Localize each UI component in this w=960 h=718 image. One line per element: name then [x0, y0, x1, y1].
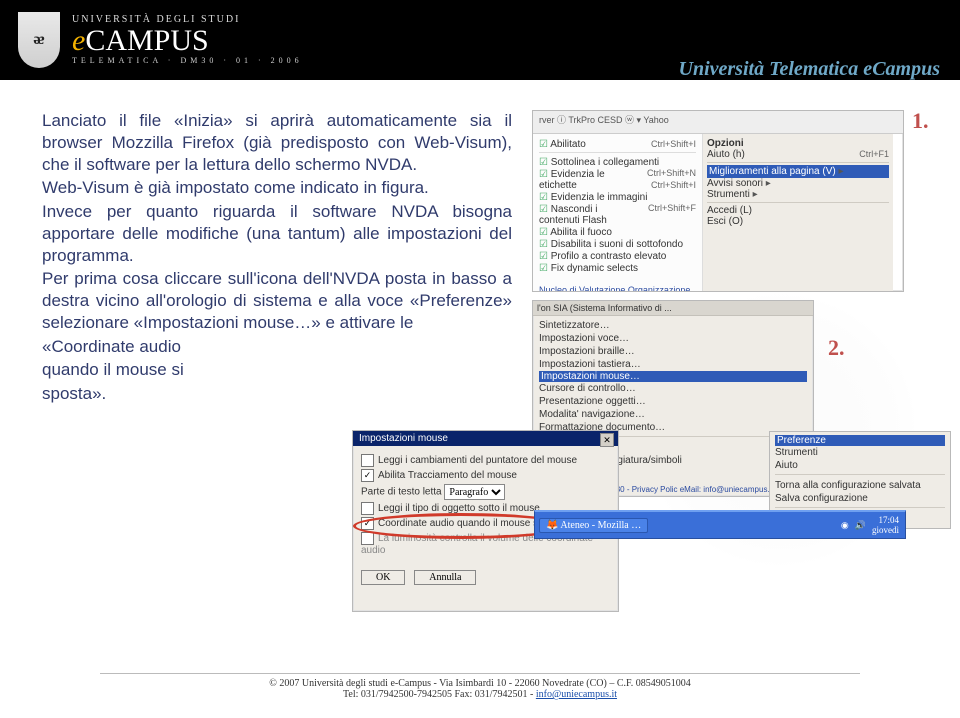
fig2-sub-salva[interactable]: Salva configurazione — [775, 492, 945, 505]
fig1-item-fix[interactable]: Fix dynamic selects — [539, 262, 696, 274]
telematica-tag: TELEMATICA · DM30 · 01 · 2006 — [72, 57, 303, 65]
paragraph-4: Per prima cosa cliccare sull'icona dell'… — [42, 268, 512, 333]
fig1-avvisi[interactable]: Avvisi sonori — [707, 178, 889, 189]
fig2-item-voce[interactable]: Impostazioni voce… — [539, 332, 807, 345]
fig2-sub-aiuto[interactable]: Aiuto — [775, 459, 945, 472]
fig2-sub-strumenti[interactable]: Strumenti — [775, 446, 945, 459]
figure-1-webvisum-menu: rver ⓘ TrkPro CESD ⓦ ▾ Yahoo AbilitatoCt… — [532, 110, 904, 292]
fig1-item-immagini[interactable]: Evidenzia le immaginiCtrl+Shift+F — [539, 191, 696, 203]
taskbar-tray: ◉ 🔊 17:04 giovedì — [841, 515, 905, 535]
fig1-opzioni-heading: Opzioni — [707, 138, 889, 149]
brand-rest: CAMPUS — [85, 24, 208, 57]
tray-time: 17:04 — [878, 515, 899, 525]
brand-e: e — [72, 24, 85, 57]
fig1-aiuto[interactable]: Aiuto (h)Ctrl+F1 — [707, 149, 889, 160]
paragraph-2: Web-Visum è già impostato come indicato … — [42, 177, 512, 199]
shield-icon: ᴂ — [18, 12, 60, 68]
tray-day: giovedì — [872, 525, 899, 535]
footer-line-1: 2007 Università degli studi e-Campus - V… — [269, 678, 691, 689]
fig3-titlebar: Impostazioni mouse ✕ — [353, 431, 618, 446]
fig1-miglioramenti[interactable]: Miglioramenti alla pagina (V) — [707, 165, 889, 178]
fig2-top-caption: l'on SIA (Sistema Informativo di ... — [533, 301, 813, 316]
fig1-esci[interactable]: Esci (O) — [707, 216, 889, 227]
fig2-item-braille[interactable]: Impostazioni braille… — [539, 345, 807, 358]
fig2-item-presentazione[interactable]: Presentazione oggetti… — [539, 395, 807, 408]
ok-button[interactable]: OK — [361, 570, 405, 585]
figure-number-2: 2. — [828, 335, 845, 361]
paragraph-5a: «Coordinate audio — [42, 336, 512, 358]
paragraph-5c: sposta». — [42, 383, 512, 405]
fig2-sub-preferenze[interactable]: Preferenze — [775, 435, 945, 446]
footer-line-2: Tel: 031/7942500-7942505 Fax: 031/794250… — [343, 689, 536, 700]
slide-footer: 2007 Università degli studi e-Campus - V… — [0, 673, 960, 700]
fig2-item-navigazione[interactable]: Modalita' navigazione… — [539, 408, 807, 421]
fig2-item-sintetizzatore[interactable]: Sintetizzatore… — [539, 319, 807, 332]
fig1-item-disabilita[interactable]: Disabilita i suoni di sottofondo — [539, 238, 696, 250]
fig1-item-profilo[interactable]: Profilo a contrasto elevato — [539, 250, 696, 262]
fig3-row-3[interactable]: Parte di testo letta Paragrafo — [361, 484, 610, 500]
page-subtitle: Università Telematica eCampus — [679, 58, 940, 81]
cancel-button[interactable]: Annulla — [414, 570, 476, 585]
logo-block: ᴂ UNIVERSITÀ DEGLI STUDI eCAMPUS TELEMAT… — [0, 12, 303, 68]
taskbar-app-button[interactable]: 🦊 Ateneo - Mozilla … — [539, 518, 648, 533]
fig2-item-mouse[interactable]: Impostazioni mouse… — [539, 371, 807, 382]
figure-number-1: 1. — [912, 108, 929, 134]
paragraph-1: Lanciato il file «Inizia» si aprirà auto… — [42, 110, 512, 175]
paragraph-5b: quando il mouse si — [42, 359, 512, 381]
fig1-bottom-links[interactable]: Nucleo di Valutazione Organizzazione Eng… — [539, 284, 696, 292]
close-icon[interactable]: ✕ — [600, 433, 614, 447]
fig3-row-1[interactable]: Leggi i cambiamenti del puntatore del mo… — [361, 454, 610, 467]
tray-nvda-icon[interactable]: ◉ — [841, 520, 849, 531]
fig1-toolbar: rver ⓘ TrkPro CESD ⓦ ▾ Yahoo — [533, 111, 903, 134]
fig1-accedi[interactable]: Accedi (L) — [707, 205, 889, 216]
fig3-text-unit-select[interactable]: Paragrafo — [444, 484, 505, 500]
fig1-item-sottolinea[interactable]: Sottolinea i collegamentiCtrl+Shift+N — [539, 156, 696, 168]
fig2-item-cursore[interactable]: Cursore di controllo… — [539, 382, 807, 395]
brand-text: eCAMPUS — [72, 25, 303, 57]
fig2-sub-torna[interactable]: Torna alla configurazione salvata — [775, 479, 945, 492]
paragraph-3: Invece per quanto riguarda il software N… — [42, 201, 512, 266]
body-text-column: Lanciato il file «Inizia» si aprirà auto… — [42, 110, 512, 407]
figures-column: 1. 2. 3. rver ⓘ TrkPro CESD ⓦ ▾ Yahoo Ab… — [512, 110, 940, 407]
fig1-item-abilitato[interactable]: AbilitatoCtrl+Shift+I — [539, 138, 696, 150]
fig1-item-fuoco[interactable]: Abilita il fuoco — [539, 226, 696, 238]
tray-volume-icon[interactable]: 🔊 — [855, 520, 866, 531]
fig1-strumenti[interactable]: Strumenti — [707, 189, 889, 200]
windows-taskbar: 🦊 Ateneo - Mozilla … ◉ 🔊 17:04 giovedì — [534, 510, 906, 539]
fig3-row-2[interactable]: Abilita Tracciamento del mouse — [361, 469, 610, 482]
footer-email-link[interactable]: info@uniecampus.it — [536, 689, 617, 700]
fig2-item-tastiera[interactable]: Impostazioni tastiera… — [539, 358, 807, 371]
